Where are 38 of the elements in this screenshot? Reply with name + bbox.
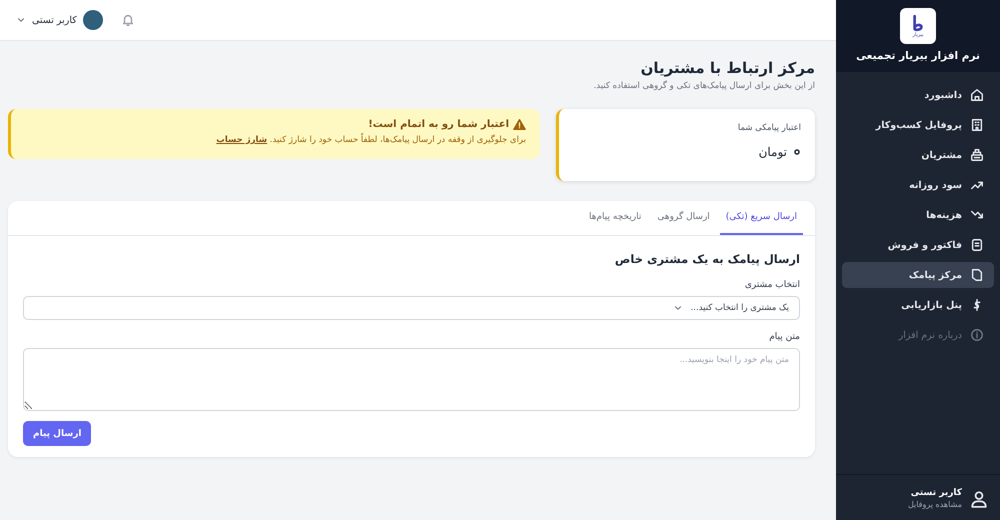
receipt-icon xyxy=(970,238,984,252)
currency-label: تومان xyxy=(758,145,787,159)
warning-text: برای جلوگیری از وقفه در ارسال پیامک‌ها، لطفاً حساب خود را شارژ کنید. شارژ حساب xyxy=(215,135,526,145)
sidebar-item[interactable]: مشتریان xyxy=(842,142,994,168)
tab[interactable]: تاریخچه پیام‌ها xyxy=(582,201,648,235)
tab[interactable]: ارسال سریع (تکی) xyxy=(720,201,803,235)
building-icon xyxy=(970,118,984,132)
warning-title: اعتبار شما رو به اتمام است! xyxy=(368,119,509,130)
sidebar-item[interactable]: هزینه‌ها xyxy=(842,202,994,228)
warning-icon xyxy=(513,118,526,131)
send-button[interactable]: ارسال پیام xyxy=(23,421,92,446)
page-subtitle: از این بخش برای ارسال پیامک‌های تکی و گروهی استفاده کنید. xyxy=(592,81,815,91)
credit-label: اعتبار پیامکی شما xyxy=(736,123,801,133)
form-heading: ارسال پیامک به یک مشتری خاص xyxy=(614,252,800,266)
profile-link[interactable]: مشاهده پروفایل xyxy=(908,500,962,509)
bell-icon[interactable] xyxy=(120,13,135,27)
user-icon xyxy=(970,490,988,508)
sidebar-item[interactable]: فاکتور و فروش xyxy=(842,232,994,258)
recharge-link[interactable]: شارژ حساب xyxy=(216,135,268,145)
page-title: مرکز ارتباط با مشتریان xyxy=(640,59,815,77)
sidebar-item[interactable]: داشبورد xyxy=(842,82,994,108)
home-icon xyxy=(970,88,984,102)
ring-icon xyxy=(793,148,801,156)
customer-select[interactable]: یک مشتری را انتخاب کنید... xyxy=(23,296,800,320)
sidebar-item[interactable]: مرکز پیامک xyxy=(842,262,994,288)
user-menu[interactable]: کاربر تستی xyxy=(16,10,103,30)
field-label: متن پیام xyxy=(768,332,800,342)
avatar xyxy=(82,10,103,30)
sidebar-item[interactable]: سود روزانه xyxy=(842,172,994,198)
message-field[interactable]: متن پیام خود را اینجا بنویسید... xyxy=(23,348,800,411)
tab[interactable]: ارسال گروهی xyxy=(651,201,716,235)
app-name: نرم افزار بیریار تجمیعی xyxy=(856,50,980,62)
info-icon xyxy=(970,328,984,342)
cash-register-icon xyxy=(970,148,984,162)
sidebar-item[interactable]: پروفایل کسب‌وکار xyxy=(842,112,994,138)
field-label: انتخاب مشتری xyxy=(744,280,800,290)
sidebar-item[interactable]: پنل بازاریابی xyxy=(842,292,994,318)
user-name: کاربر تستی xyxy=(910,488,962,498)
